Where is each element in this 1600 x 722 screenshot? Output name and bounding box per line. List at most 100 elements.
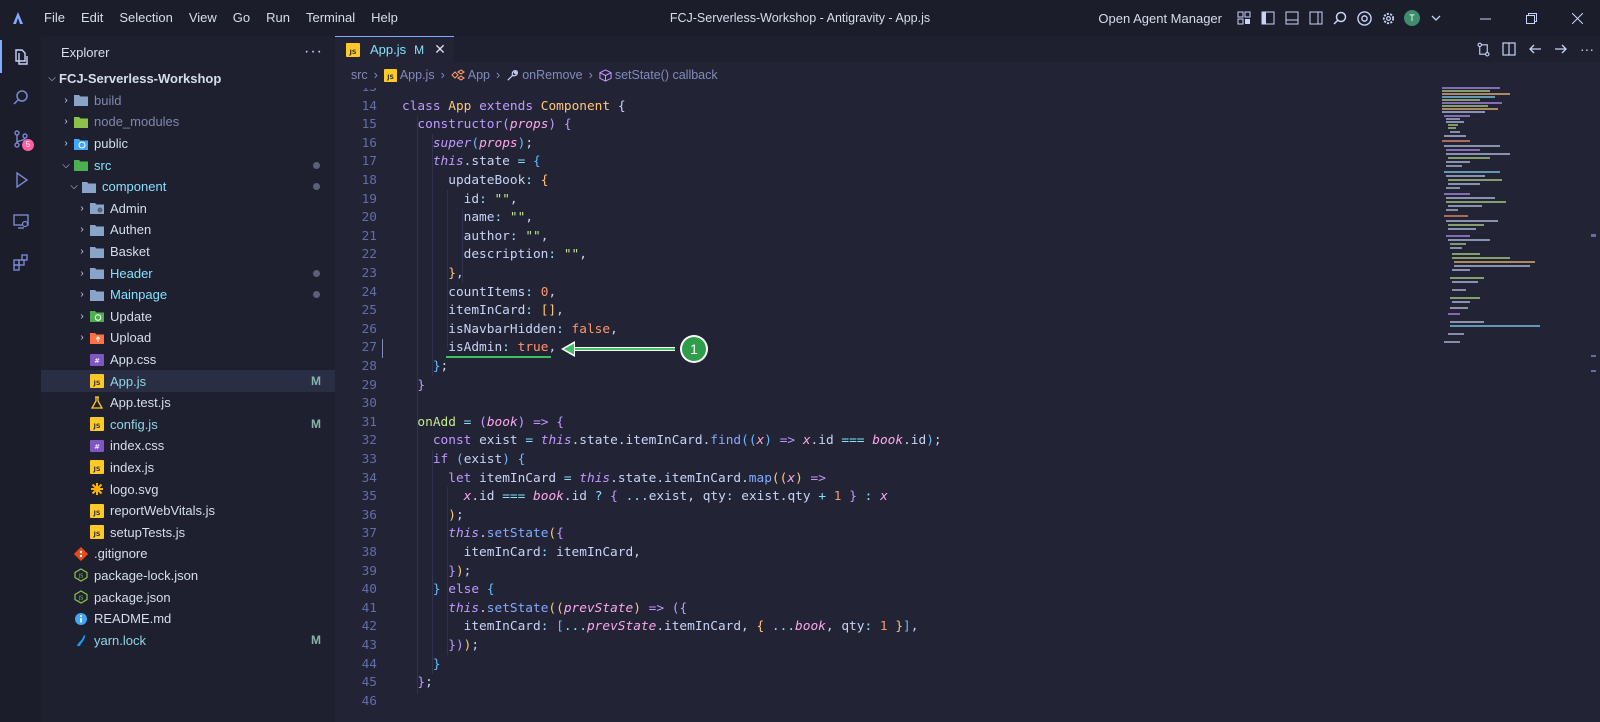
menu-run[interactable]: Run <box>258 0 298 36</box>
chevron-right-icon: › <box>80 202 84 214</box>
menu-go[interactable]: Go <box>225 0 258 36</box>
more-actions-icon[interactable]: ··· <box>1574 36 1600 62</box>
tree-item-app-css[interactable]: # App.css <box>41 349 335 371</box>
tree-item-label: setupTests.js <box>110 524 186 540</box>
remote-explorer-icon[interactable] <box>0 200 41 241</box>
menu-selection[interactable]: Selection <box>111 0 180 36</box>
breadcrumb-src[interactable]: src <box>351 68 368 82</box>
tree-item-package-lock[interactable]: JS package-lock.json <box>41 565 335 587</box>
tree-item-header[interactable]: › Header <box>41 262 335 284</box>
tree-item-index-css[interactable]: # index.css <box>41 435 335 457</box>
vertical-scrollbar[interactable] <box>1586 88 1600 722</box>
code-line: 41 this.setState((prevState) => ({ <box>335 600 1435 619</box>
tree-item-report-web-vitals[interactable]: JS reportWebVitals.js <box>41 500 335 522</box>
code-line: 33 if (exist) { <box>335 451 1435 470</box>
chevron-right-icon: › <box>80 310 84 322</box>
toggle-primary-sidebar-icon[interactable] <box>1257 7 1279 29</box>
close-window-button[interactable] <box>1554 0 1600 36</box>
code-line: 38 itemInCard: itemInCard, <box>335 544 1435 563</box>
breadcrumb-method[interactable]: onRemove <box>506 68 583 82</box>
open-changes-icon[interactable] <box>1470 36 1496 62</box>
js-file-icon: JS <box>89 416 105 432</box>
tree-item-package-json[interactable]: JS package.json <box>41 586 335 608</box>
chevron-down-icon[interactable] <box>1425 7 1447 29</box>
tree-item-app-test-js[interactable]: App.test.js <box>41 392 335 414</box>
toggle-secondary-sidebar-icon[interactable] <box>1305 7 1327 29</box>
tree-item-public[interactable]: › public <box>41 133 335 155</box>
line-number: 34 <box>361 470 377 486</box>
search-icon[interactable] <box>0 77 41 118</box>
code-text: } else { <box>432 582 495 598</box>
svg-text:JS: JS <box>92 530 100 538</box>
line-number: 30 <box>361 396 377 412</box>
minimap[interactable] <box>1440 86 1550 386</box>
tree-item-app-js[interactable]: JS App.js M <box>41 370 335 392</box>
tree-item-src[interactable]: ⌵ src <box>41 154 335 176</box>
breadcrumb-class[interactable]: App <box>450 68 490 82</box>
restore-button[interactable] <box>1508 0 1554 36</box>
menu-terminal[interactable]: Terminal <box>298 0 363 36</box>
tree-item-index-js[interactable]: JS index.js <box>41 457 335 479</box>
tab-app-js[interactable]: JS App.js M ✕ <box>335 36 454 62</box>
run-debug-icon[interactable] <box>0 159 41 200</box>
close-tab-button[interactable]: ✕ <box>434 41 446 58</box>
source-control-icon[interactable]: 5 <box>0 118 41 159</box>
toggle-panel-icon[interactable] <box>1281 7 1303 29</box>
tree-item-setup-tests[interactable]: JS setupTests.js <box>41 521 335 543</box>
minimize-button[interactable] <box>1462 0 1508 36</box>
tree-item-label: Admin <box>110 200 147 216</box>
tree-item-label: node_modules <box>94 114 180 130</box>
menu-edit[interactable]: Edit <box>73 0 111 36</box>
title-bar-actions: Open Agent Manager T <box>1098 0 1600 36</box>
code-line: 30 <box>335 395 1435 414</box>
css-file-icon: # <box>89 352 105 368</box>
tree-item-node-modules[interactable]: › node_modules <box>41 111 335 133</box>
extensions-icon[interactable] <box>0 241 41 282</box>
breadcrumb-file[interactable]: JS App.js <box>383 68 435 82</box>
open-agent-manager-button[interactable]: Open Agent Manager <box>1098 11 1222 26</box>
tree-item-component[interactable]: ⌵ component <box>41 176 335 198</box>
account-avatar[interactable]: T <box>1401 7 1423 29</box>
chrome-icon[interactable] <box>1353 7 1375 29</box>
search-icon[interactable] <box>1329 7 1351 29</box>
tree-item-mainpage[interactable]: › Mainpage <box>41 284 335 306</box>
tree-item-build[interactable]: › build <box>41 90 335 112</box>
tree-item-readme[interactable]: README.md <box>41 608 335 630</box>
tree-item-authen[interactable]: › Authen <box>41 219 335 241</box>
explorer-icon[interactable] <box>0 36 41 77</box>
tab-label: App.js <box>370 42 407 57</box>
breadcrumb-callback[interactable]: setState() callback <box>599 68 718 82</box>
chevron-right-icon: › <box>80 267 84 279</box>
tree-item-gitignore[interactable]: .gitignore <box>41 543 335 565</box>
breadcrumb-separator-icon: › <box>440 68 445 82</box>
code-line: 31 onAdd = (book) => { <box>335 414 1435 433</box>
tree-item-upload[interactable]: › Upload <box>41 327 335 349</box>
code-text: x.id === book.id ? { ...exist, qty: exis… <box>463 489 888 505</box>
tree-item-yarn-lock[interactable]: yarn.lock M <box>41 629 335 651</box>
scrollbar-marker <box>1591 355 1596 357</box>
menu-file[interactable]: File <box>36 0 73 36</box>
code-editor[interactable]: 13 14class App extends Component { 15 co… <box>335 88 1600 722</box>
chevron-down-icon: ⌵ <box>48 73 56 85</box>
arrow-right-icon[interactable] <box>1548 36 1574 62</box>
public-folder-icon <box>73 136 89 152</box>
tree-item-admin[interactable]: › Admin <box>41 198 335 220</box>
tree-item-label: Mainpage <box>110 287 168 303</box>
arrow-left-icon[interactable] <box>1522 36 1548 62</box>
nodejs-file-icon: JS <box>73 589 89 605</box>
tree-item-config-js[interactable]: JS config.js M <box>41 414 335 436</box>
more-actions-button[interactable]: ··· <box>304 43 323 61</box>
settings-gear-icon[interactable] <box>1377 7 1399 29</box>
editor-tab-bar: JS App.js M ✕ ··· <box>335 36 1600 62</box>
layout-icon[interactable] <box>1233 7 1255 29</box>
nodejs-file-icon: JS <box>73 567 89 583</box>
tree-item-update[interactable]: › Update <box>41 306 335 328</box>
tab-modified-indicator: M <box>414 42 425 57</box>
split-editor-icon[interactable] <box>1496 36 1522 62</box>
tree-item-logo-svg[interactable]: logo.svg <box>41 478 335 500</box>
tree-item-basket[interactable]: › Basket <box>41 241 335 263</box>
menu-view[interactable]: View <box>181 0 225 36</box>
chevron-right-icon: › <box>64 116 68 128</box>
menu-help[interactable]: Help <box>363 0 406 36</box>
tree-item-root[interactable]: ⌵ FCJ-Serverless-Workshop <box>41 68 335 90</box>
